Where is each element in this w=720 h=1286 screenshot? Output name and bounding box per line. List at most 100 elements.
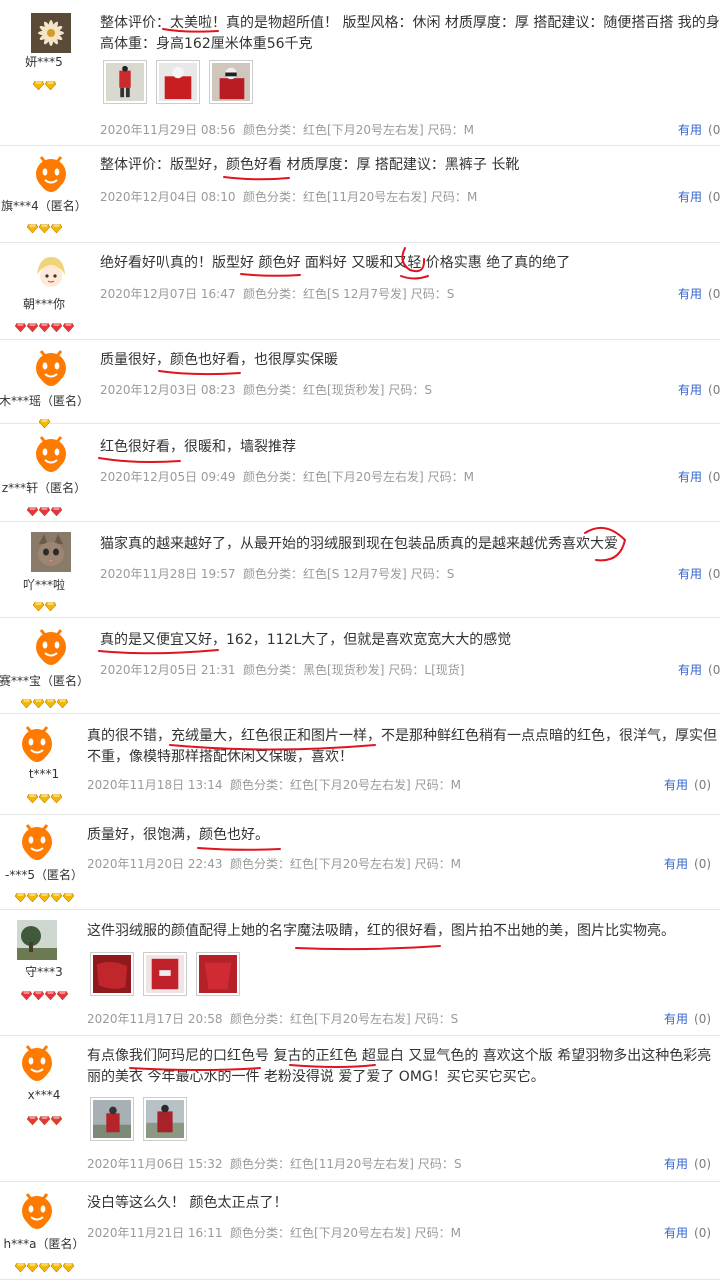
useful-link[interactable]: 有用 bbox=[678, 287, 702, 301]
useful-button[interactable]: 有用 (0) bbox=[664, 776, 711, 793]
review-meta: 2020年12月04日 08:10 颜色分类：红色[11月20号左右发] 尺码：M bbox=[100, 188, 477, 205]
diamond-gem-icon bbox=[32, 985, 44, 1004]
username[interactable]: 旗***4（匿名） bbox=[0, 197, 96, 214]
review-photos bbox=[90, 1097, 187, 1141]
spec-label: 颜色分类： bbox=[230, 857, 291, 871]
color-spec: 红色[现货秒发] bbox=[303, 383, 385, 397]
diamond-gem-icon bbox=[44, 75, 56, 94]
review-photo-thumbnail[interactable] bbox=[196, 952, 240, 996]
username[interactable]: 朝***你 bbox=[0, 295, 96, 312]
review-text: 有点像我们阿玛尼的口红色号 复古的正红色 超显白 又显气色的 喜欢这个版 希望羽… bbox=[87, 1048, 712, 1085]
spec-label: 颜色分类： bbox=[243, 287, 304, 301]
useful-link[interactable]: 有用 bbox=[678, 383, 702, 397]
color-spec: 红色[下月20号左右发] bbox=[290, 1226, 411, 1240]
useful-count: (0) bbox=[694, 1157, 712, 1171]
diamond-gem-icon bbox=[50, 788, 62, 807]
avatar[interactable] bbox=[31, 253, 71, 293]
avatar[interactable] bbox=[17, 1045, 57, 1085]
useful-link[interactable]: 有用 bbox=[664, 778, 688, 792]
avatar[interactable] bbox=[31, 436, 71, 476]
color-spec: 红色[11月20号左右发] bbox=[303, 190, 427, 204]
username[interactable]: -***5（匿名） bbox=[0, 866, 96, 883]
color-spec: 红色[下月20号左右发] bbox=[290, 857, 411, 871]
useful-link[interactable]: 有用 bbox=[678, 567, 702, 581]
review-meta: 2020年11月06日 15:32 颜色分类：红色[11月20号左右发] 尺码：S bbox=[87, 1155, 462, 1172]
useful-button[interactable]: 有用 (0) bbox=[678, 381, 720, 398]
username[interactable]: h***a（匿名） bbox=[0, 1235, 96, 1252]
review-date: 2020年11月17日 20:58 bbox=[87, 1012, 223, 1026]
spec-label: 颜色分类： bbox=[243, 470, 304, 484]
review-photo-thumbnail[interactable] bbox=[90, 952, 134, 996]
useful-count: (0) bbox=[708, 663, 720, 677]
review-photo-thumbnail[interactable] bbox=[143, 1097, 187, 1141]
diamond-gem-icon bbox=[62, 887, 74, 906]
avatar[interactable] bbox=[31, 629, 71, 669]
useful-count: (0) bbox=[694, 857, 712, 871]
useful-button[interactable]: 有用 (0) bbox=[678, 188, 720, 205]
useful-button[interactable]: 有用 (0) bbox=[678, 285, 720, 302]
useful-link[interactable]: 有用 bbox=[678, 470, 702, 484]
review-text: 真的很不错，充绒量大，红色很正和图片一样，不是那种鲜红色稍有一点点暗的红色，很洋… bbox=[87, 728, 717, 765]
review-photo-thumbnail[interactable] bbox=[156, 60, 200, 104]
size-label: 尺码： bbox=[427, 470, 464, 484]
useful-link[interactable]: 有用 bbox=[678, 663, 702, 677]
useful-button[interactable]: 有用 (0) bbox=[664, 1224, 711, 1241]
review-photo-thumbnail[interactable] bbox=[103, 60, 147, 104]
user-level-badges bbox=[0, 788, 88, 807]
useful-count: (0) bbox=[708, 123, 720, 137]
useful-button[interactable]: 有用 (0) bbox=[678, 661, 720, 678]
useful-link[interactable]: 有用 bbox=[664, 1157, 688, 1171]
review-photos bbox=[103, 60, 253, 104]
useful-link[interactable]: 有用 bbox=[664, 857, 688, 871]
useful-count: (0) bbox=[708, 287, 720, 301]
useful-link[interactable]: 有用 bbox=[664, 1226, 688, 1240]
avatar[interactable] bbox=[17, 824, 57, 864]
avatar[interactable] bbox=[31, 13, 71, 53]
review-date: 2020年12月03日 08:23 bbox=[100, 383, 236, 397]
useful-link[interactable]: 有用 bbox=[664, 1012, 688, 1026]
diamond-gem-icon bbox=[50, 317, 62, 336]
diamond-gem-icon bbox=[38, 501, 50, 520]
username[interactable]: 赛***宝（匿名） bbox=[0, 672, 96, 689]
useful-button[interactable]: 有用 (0) bbox=[664, 855, 711, 872]
avatar[interactable] bbox=[31, 156, 71, 196]
username[interactable]: 吖***啦 bbox=[0, 576, 96, 593]
username[interactable]: t***1 bbox=[0, 767, 96, 781]
username[interactable]: x***4 bbox=[0, 1088, 96, 1102]
useful-button[interactable]: 有用 (0) bbox=[678, 468, 720, 485]
useful-button[interactable]: 有用 (0) bbox=[664, 1010, 711, 1027]
diamond-gem-icon bbox=[50, 887, 62, 906]
avatar[interactable] bbox=[17, 1193, 57, 1233]
username[interactable]: 木***瑶（匿名） bbox=[0, 392, 96, 409]
useful-link[interactable]: 有用 bbox=[678, 190, 702, 204]
review-item: -***5（匿名） 质量好，很饱满，颜色也好。 2020年11月20日 22:43 颜… bbox=[0, 815, 720, 910]
useful-button[interactable]: 有用 (0) bbox=[678, 565, 720, 582]
diamond-gem-icon bbox=[38, 788, 50, 807]
size-label: 尺码： bbox=[388, 663, 425, 677]
review-photo-thumbnail[interactable] bbox=[209, 60, 253, 104]
review-item: h***a（匿名） 没白等这么久！ 颜色太正点了！ 2020年11月21日 16:1… bbox=[0, 1182, 720, 1280]
avatar[interactable] bbox=[31, 350, 71, 390]
user-level-badges bbox=[0, 693, 88, 712]
review-photo-thumbnail[interactable] bbox=[143, 952, 187, 996]
useful-link[interactable]: 有用 bbox=[678, 123, 702, 137]
diamond-gem-icon bbox=[20, 985, 32, 1004]
spec-label: 颜色分类： bbox=[230, 1226, 291, 1240]
username[interactable]: 妍***5 bbox=[0, 53, 96, 70]
review-text: 猫家真的越来越好了，从最开始的羽绒服到现在包装品质真的是越来越优秀喜欢大爱 bbox=[100, 536, 618, 552]
useful-button[interactable]: 有用 (0) bbox=[678, 121, 720, 138]
avatar[interactable] bbox=[17, 726, 57, 766]
useful-button[interactable]: 有用 (0) bbox=[664, 1155, 711, 1172]
avatar[interactable] bbox=[31, 532, 71, 572]
username[interactable]: z***轩（匿名） bbox=[0, 479, 96, 496]
size-value: M bbox=[450, 1226, 462, 1240]
review-meta: 2020年11月29日 08:56 颜色分类：红色[下月20号左右发] 尺码：M bbox=[100, 121, 474, 138]
diamond-gem-icon bbox=[44, 693, 56, 712]
size-value: M bbox=[450, 778, 462, 792]
size-label: 尺码： bbox=[414, 778, 451, 792]
review-text: 质量好，很饱满，颜色也好。 bbox=[87, 827, 269, 843]
avatar[interactable] bbox=[17, 920, 57, 960]
username[interactable]: 守***3 bbox=[0, 963, 96, 980]
review-photo-thumbnail[interactable] bbox=[90, 1097, 134, 1141]
review-date: 2020年11月21日 16:11 bbox=[87, 1226, 223, 1240]
